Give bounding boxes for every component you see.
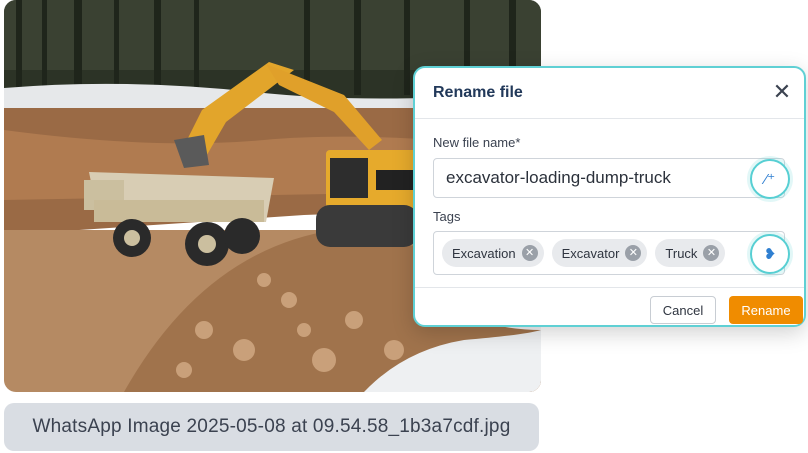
tag-chip: Truck ✕ — [655, 239, 726, 267]
rename-file-dialog: Rename file ✕ New file name* ⁄⁺ Tags Exc… — [413, 66, 806, 327]
tag-chip: Excavation ✕ — [442, 239, 544, 267]
tags-label: Tags — [433, 209, 461, 224]
remove-tag-icon[interactable]: ✕ — [521, 245, 538, 261]
filename-text: WhatsApp Image 2025-05-08 at 09.54.58_1b… — [32, 416, 511, 437]
file-name-input[interactable] — [433, 158, 785, 198]
remove-tag-icon[interactable]: ✕ — [625, 245, 642, 261]
tags-input[interactable]: Excavation ✕ Excavator ✕ Truck ✕ — [433, 231, 785, 275]
remove-tag-icon[interactable]: ✕ — [703, 245, 720, 261]
close-icon[interactable]: ✕ — [770, 79, 794, 104]
tag-chip: Excavator ✕ — [551, 239, 648, 267]
tag-label: Excavator — [561, 245, 620, 261]
cancel-button[interactable]: Cancel — [650, 296, 716, 324]
magic-wand-icon: ⁄⁺ — [764, 171, 776, 188]
dialog-footer — [415, 287, 804, 288]
tag-label: Truck — [665, 245, 698, 261]
rename-button[interactable]: Rename — [729, 296, 803, 324]
dialog-header: Rename file ✕ — [415, 68, 804, 119]
dialog-title: Rename file — [433, 84, 523, 101]
tag-sparkle-icon: ❥ — [763, 246, 777, 263]
tag-label: Excavation — [452, 245, 516, 261]
filename-label: WhatsApp Image 2025-05-08 at 09.54.58_1b… — [4, 403, 539, 451]
ai-suggest-name-button[interactable]: ⁄⁺ — [750, 159, 790, 199]
file-name-label: New file name* — [433, 135, 521, 150]
ai-suggest-tags-button[interactable]: ❥ — [750, 234, 790, 274]
